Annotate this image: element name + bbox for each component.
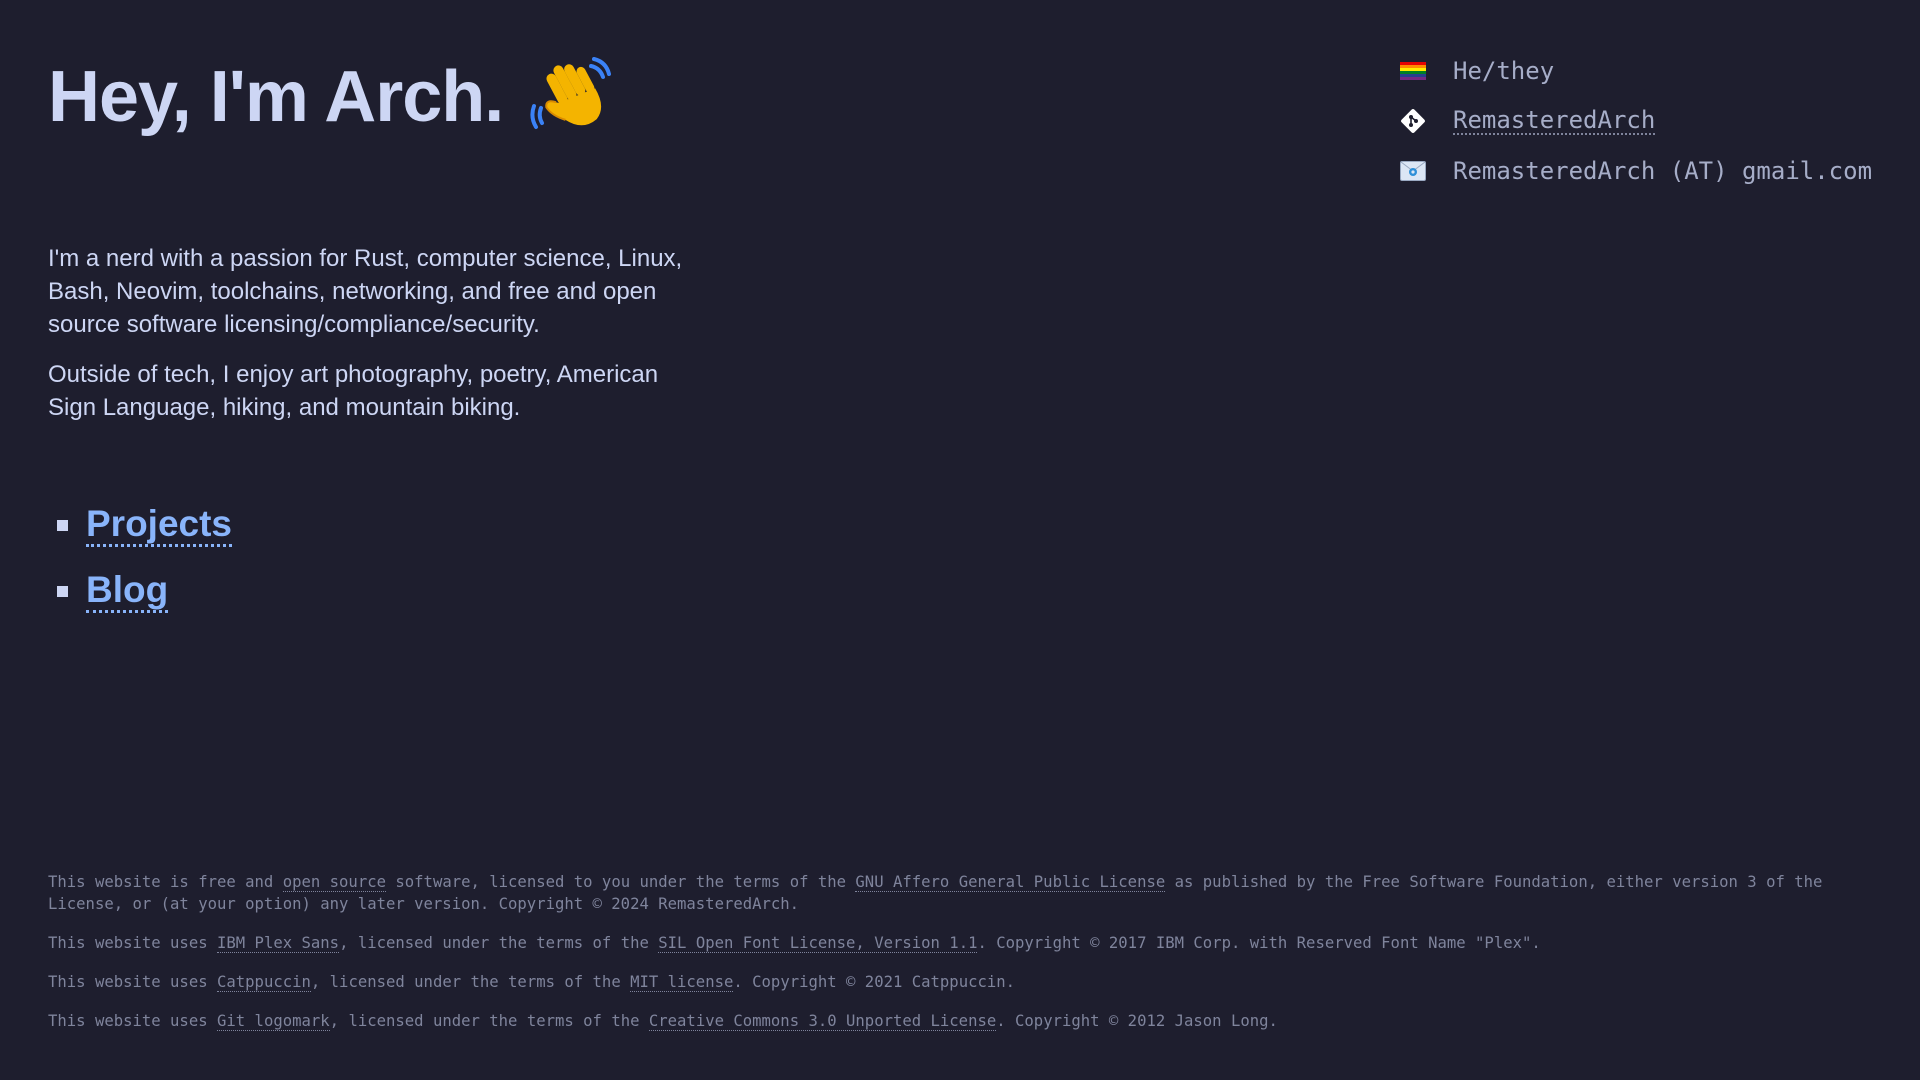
catppuccin-link[interactable]: Catppuccin (217, 973, 311, 992)
bullet-icon (57, 519, 68, 531)
email-item: RemasteredArch (AT) gmail.com (1400, 146, 1872, 196)
footer-license-catppuccin: This website uses Catppuccin, licensed u… (48, 971, 1878, 993)
ibm-plex-link[interactable]: IBM Plex Sans (217, 934, 340, 953)
bullet-icon (57, 585, 68, 597)
intro-paragraph-1: I'm a nerd with a passion for Rust, comp… (48, 245, 683, 338)
footer-text: , licensed under the terms of the (310, 973, 631, 991)
email-text: RemasteredArch (AT) gmail.com (1453, 157, 1873, 185)
footer-text: . Copyright © 2017 IBM Corp. with Reserv… (977, 934, 1541, 952)
footer-text: . Copyright © 2012 Jason Long. (996, 1012, 1278, 1030)
git-item: RemasteredArch (1400, 96, 1872, 146)
footer-license-git-logo: This website uses Git logomark, licensed… (48, 1010, 1878, 1032)
footer-text: , licensed under the terms of the (339, 934, 659, 952)
cc-license-link[interactable]: Creative Commons 3.0 Unported License (648, 1012, 997, 1031)
pronouns-item: He/they (1400, 46, 1872, 96)
mit-license-link[interactable]: MIT license (630, 973, 734, 992)
git-logo-icon (1400, 108, 1426, 134)
email-icon (1400, 158, 1426, 184)
footer-license-agpl: This website is free and open source sof… (48, 871, 1878, 915)
pronouns-text: He/they (1453, 57, 1555, 85)
main-nav: Projects Blog (48, 492, 233, 624)
pride-flag-icon (1400, 58, 1426, 84)
nav-item-projects: Projects (48, 492, 233, 558)
nav-item-blog: Blog (48, 558, 232, 624)
hero-title-text: Hey, I'm Arch. (48, 57, 504, 137)
ofl-link[interactable]: SIL Open Font License, Version 1.1 (658, 934, 978, 953)
footer-text: software, licensed to you under the term… (386, 873, 856, 891)
footer-text: This website uses (48, 973, 217, 991)
intro-paragraph-2: Outside of tech, I enjoy art photography… (48, 361, 659, 421)
blog-link[interactable]: Blog (86, 569, 169, 613)
git-logomark-link[interactable]: Git logomark (217, 1012, 330, 1031)
footer-text: This website uses (48, 934, 217, 952)
git-profile-link[interactable]: RemasteredArch (1453, 107, 1656, 135)
contact-info: He/they RemasteredArch RemasteredArch (A… (1400, 46, 1872, 196)
footer-text: This website is free and (48, 873, 283, 891)
footer-text: . Copyright © 2021 Catppuccin. (733, 973, 1016, 991)
intro: I'm a nerd with a passion for Rust, comp… (48, 242, 708, 441)
footer: This website is free and open source sof… (48, 871, 1878, 1049)
footer-text: , licensed under the terms of the (329, 1012, 649, 1030)
open-source-link[interactable]: open source (282, 873, 386, 892)
page: Hey, I'm Arch. I'm a nerd with a passion… (0, 0, 1920, 1080)
footer-license-font: This website uses IBM Plex Sans, license… (48, 932, 1878, 954)
page-title: Hey, I'm Arch. (48, 56, 612, 138)
waving-hand-icon (529, 56, 612, 138)
agpl-link[interactable]: GNU Affero General Public License (855, 873, 1166, 892)
projects-link[interactable]: Projects (86, 503, 233, 547)
footer-text: This website uses (48, 1012, 217, 1030)
